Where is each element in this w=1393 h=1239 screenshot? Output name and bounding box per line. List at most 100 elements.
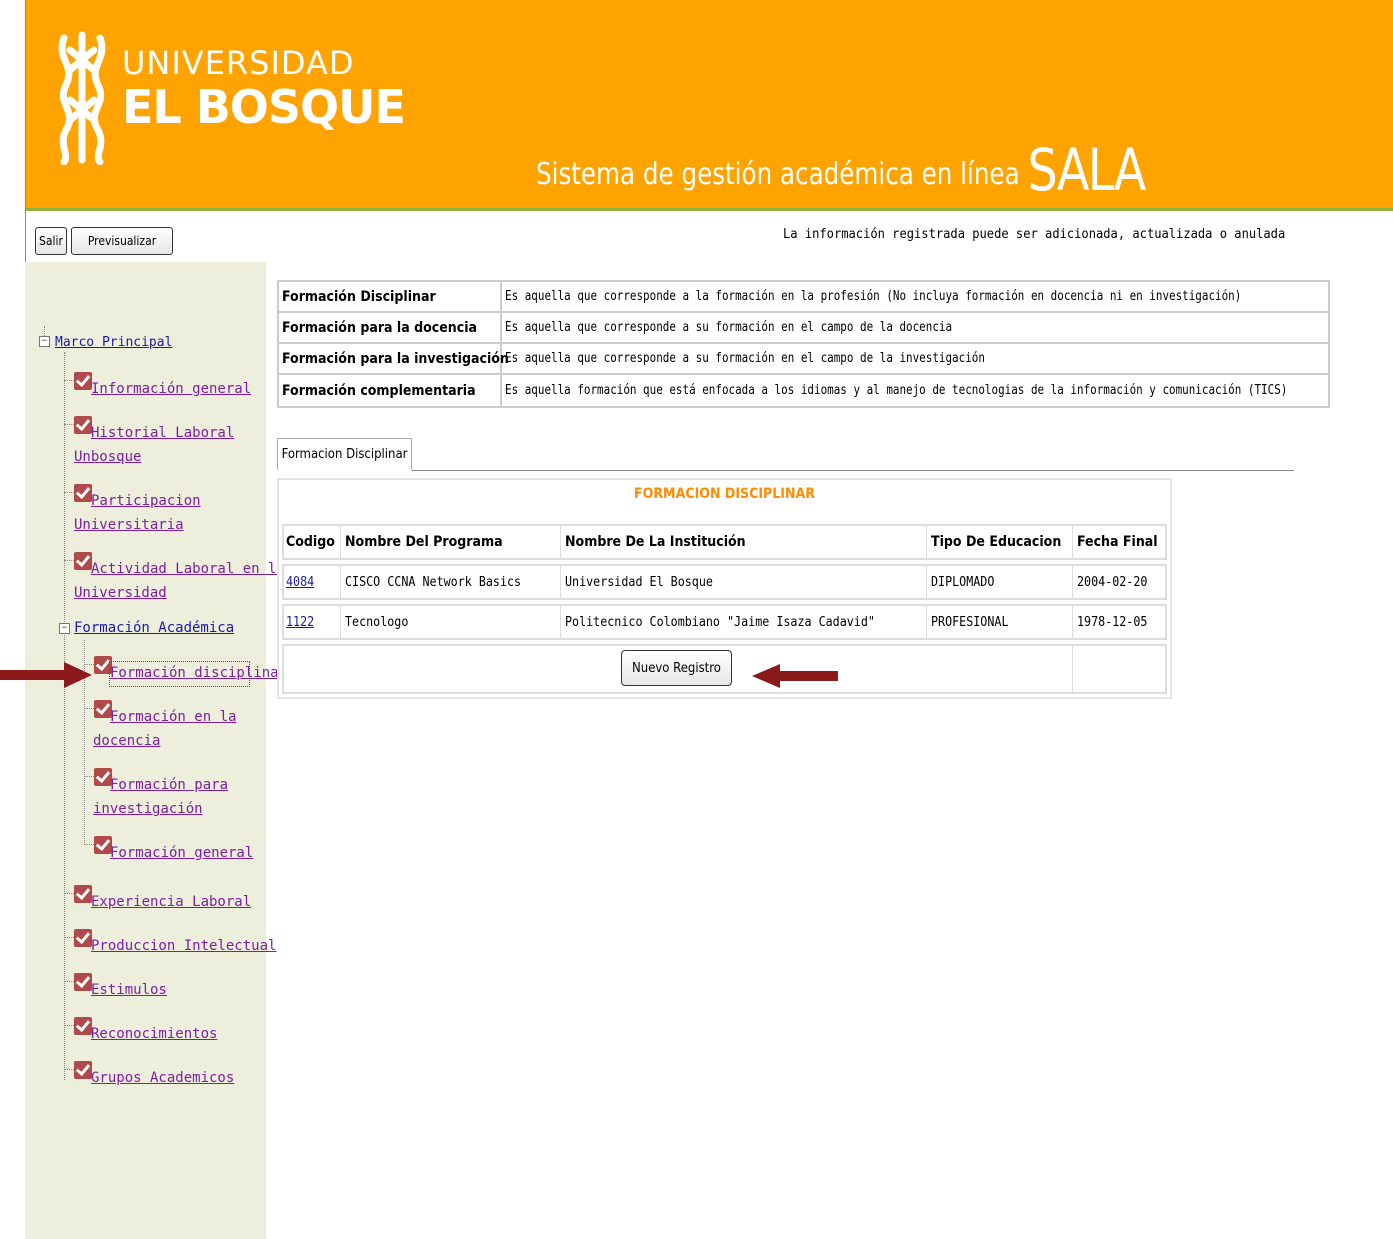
tree-item-informacion-general[interactable]: Información general — [91, 377, 251, 401]
system-name: SALA — [1027, 136, 1146, 204]
cell-institucion: Politecnico Colombiano "Jaime Isaza Cada… — [565, 606, 909, 638]
record-code-link[interactable]: 4084 — [286, 575, 314, 590]
tree-line — [64, 937, 74, 938]
tree-item-formacion-investigacion-line2[interactable]: investigación — [93, 797, 203, 821]
system-title-text: Sistema de gestión académica en línea — [536, 157, 1020, 192]
header-banner: UNIVERSIDAD EL BOSQUE Sistema de gestión… — [26, 0, 1393, 211]
check-icon — [74, 1061, 92, 1079]
tree-item-formacion-general[interactable]: Formación general — [110, 841, 253, 865]
tree-item-experiencia-laboral[interactable]: Experiencia Laboral — [91, 890, 251, 914]
tree-item-formacion-docencia-line2[interactable]: docencia — [93, 729, 160, 753]
tree-item-formacion-docencia[interactable]: Formación en la — [110, 705, 236, 729]
exit-button[interactable]: Salir — [35, 227, 67, 255]
definition-description-text: Es aquella que corresponde a la formació… — [505, 289, 1242, 304]
cell-fecha-text: 2004-02-20 — [1077, 574, 1148, 590]
definitions-table: Formación Disciplinar Es aquella que cor… — [277, 280, 1330, 408]
tree-item-formacion-disciplinar[interactable]: Formación disciplinar — [110, 661, 287, 685]
tree-item-participacion-line2[interactable]: Universitaria — [74, 513, 184, 537]
tree-item-estimulos[interactable]: Estimulos — [91, 978, 167, 1002]
cell-tipo-text: PROFESIONAL — [931, 614, 1009, 630]
column-header-programa: Nombre Del Programa — [345, 534, 503, 550]
column-separator — [340, 526, 341, 558]
check-icon — [74, 929, 92, 947]
definition-description-text: Es aquella que corresponde a su formació… — [505, 320, 953, 335]
definition-row: Formación para la docencia Es aquella qu… — [279, 313, 1328, 344]
definition-description: Es aquella que corresponde a la formació… — [502, 282, 1328, 311]
column-separator — [1072, 526, 1073, 558]
tree-item-formacion-investigacion[interactable]: Formación para — [110, 773, 228, 797]
cell-fecha: 1978-12-05 — [1077, 606, 1155, 638]
tree-line — [64, 424, 74, 425]
university-logo-icon — [58, 31, 106, 165]
tree-line — [44, 326, 45, 336]
tree-line — [84, 844, 94, 845]
cell-codigo: 1122 — [286, 606, 317, 638]
table-row: 4084 CISCO CCNA Network Basics Universid… — [282, 564, 1167, 600]
column-separator — [340, 606, 341, 638]
page-left-margin — [0, 0, 25, 1239]
column-separator — [560, 566, 561, 598]
definition-description: Es aquella formación que está enfocada a… — [502, 375, 1328, 406]
tree-line — [64, 1025, 74, 1026]
cell-programa-text: Tecnologo — [345, 614, 409, 630]
tree-line — [84, 708, 94, 709]
cell-programa: Tecnologo — [345, 606, 415, 638]
tree-item-reconocimientos[interactable]: Reconocimientos — [91, 1022, 217, 1046]
tree-line — [64, 352, 65, 1080]
check-icon — [74, 484, 92, 502]
new-record-button[interactable]: Nuevo Registro — [621, 650, 732, 686]
tab-formacion-disciplinar[interactable]: Formacion Disciplinar — [277, 438, 412, 470]
column-header-fecha: Fecha Final — [1077, 534, 1158, 550]
tree-item-actividad-laboral-line2[interactable]: Universidad — [74, 581, 167, 605]
cell-programa-text: CISCO CCNA Network Basics — [345, 574, 522, 590]
tab-divider — [412, 470, 1294, 471]
tree-item-historial-laboral-line2[interactable]: Unbosque — [74, 445, 141, 469]
collapse-toggle-icon[interactable]: − — [39, 336, 50, 347]
definition-term: Formación Disciplinar — [279, 282, 502, 311]
tree-item-actividad-laboral[interactable]: Actividad Laboral en la — [91, 557, 285, 581]
column-separator — [1072, 646, 1073, 692]
definition-row: Formación para la investigación Es aquel… — [279, 344, 1328, 375]
cell-institucion-text: Politecnico Colombiano "Jaime Isaza Cada… — [565, 614, 875, 630]
check-icon — [74, 885, 92, 903]
tree-item-formacion-academica[interactable]: Formación Académica — [74, 616, 234, 640]
column-separator — [1072, 566, 1073, 598]
preview-button[interactable]: Previsualizar — [71, 227, 173, 255]
cell-institucion: Universidad El Bosque — [565, 566, 729, 598]
definition-term: Formación para la docencia — [279, 313, 502, 342]
column-separator — [926, 566, 927, 598]
tree-item-grupos-academicos[interactable]: Grupos Academicos — [91, 1066, 234, 1090]
cell-tipo-text: DIPLOMADO — [931, 574, 995, 590]
tree-line — [84, 776, 94, 777]
column-header-codigo: Codigo — [286, 534, 335, 550]
column-separator — [560, 526, 561, 558]
collapse-toggle-icon[interactable]: − — [59, 623, 70, 634]
definition-description-text: Es aquella formación que está enfocada a… — [505, 383, 1288, 398]
column-separator — [560, 606, 561, 638]
tree-item-historial-laboral[interactable]: Historial Laboral — [91, 421, 234, 445]
cell-fecha: 2004-02-20 — [1077, 566, 1155, 598]
tree-line — [64, 560, 74, 561]
tree-item-marco-principal[interactable]: Marco Principal — [55, 331, 172, 355]
system-title: Sistema de gestión académica en línea SA… — [536, 130, 1146, 204]
panel-title: FORMACION DISCIPLINAR — [634, 486, 815, 502]
definition-row: Formación complementaria Es aquella form… — [279, 375, 1328, 406]
record-code-link[interactable]: 1122 — [286, 615, 314, 630]
tree-line — [64, 893, 74, 894]
cell-institucion-text: Universidad El Bosque — [565, 574, 713, 590]
tree-line — [64, 981, 74, 982]
logo-text-top: UNIVERSIDAD — [122, 44, 355, 82]
column-separator — [1072, 606, 1073, 638]
cell-tipo: PROFESIONAL — [931, 606, 1017, 638]
table-row: 1122 Tecnologo Politecnico Colombiano "J… — [282, 604, 1167, 640]
cell-fecha-text: 1978-12-05 — [1077, 614, 1148, 630]
column-header-institucion: Nombre De La Institución — [565, 534, 746, 550]
tree-item-participacion[interactable]: Participacion — [91, 489, 201, 513]
pointer-arrow-icon — [752, 664, 838, 688]
tree-item-produccion-intelectual[interactable]: Produccion Intelectual — [91, 934, 276, 958]
column-separator — [926, 606, 927, 638]
definition-description-text: Es aquella que corresponde a su formació… — [505, 351, 985, 366]
definition-term: Formación complementaria — [279, 375, 502, 406]
tree-line — [64, 380, 74, 381]
cell-codigo: 4084 — [286, 566, 317, 598]
